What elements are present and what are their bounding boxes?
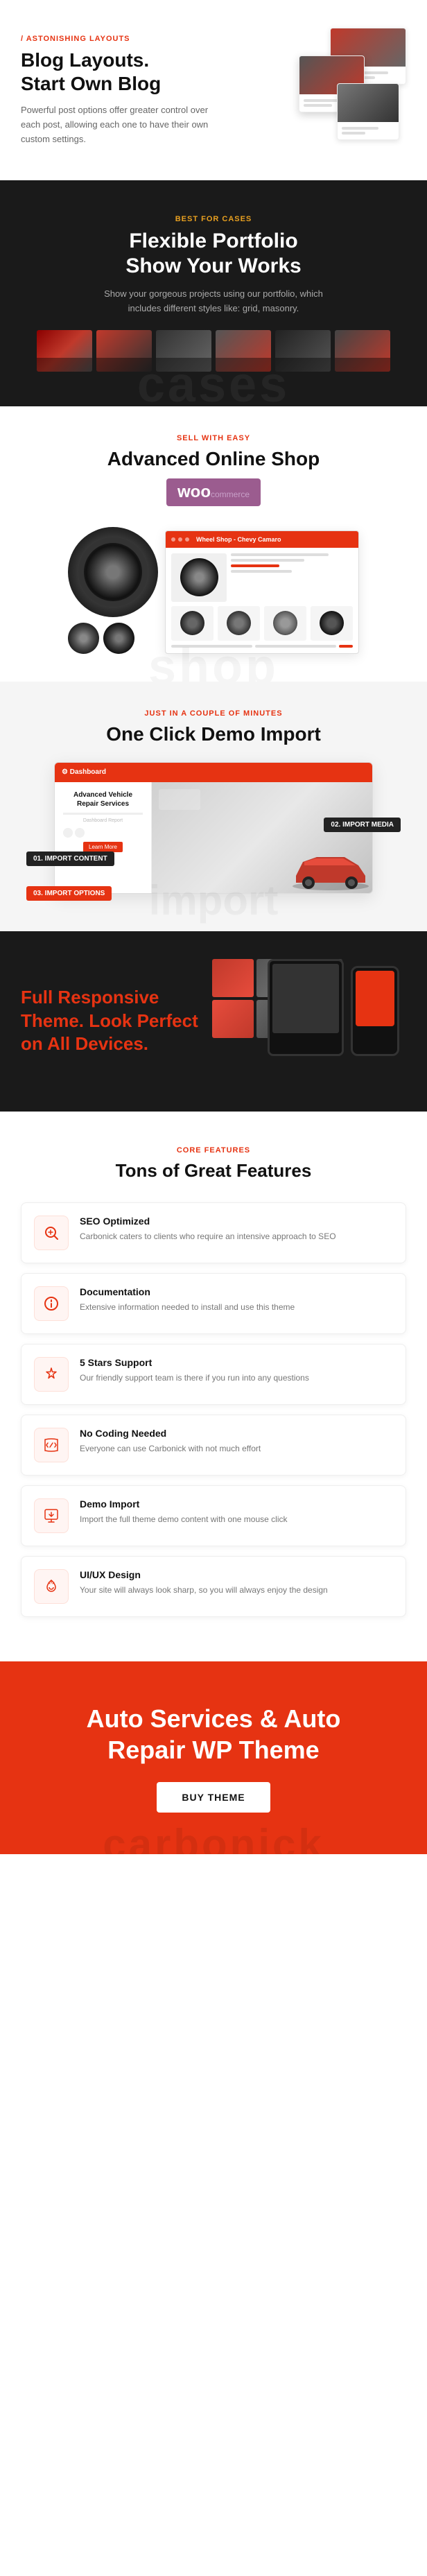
blog-title: Blog Layouts. Start Own Blog xyxy=(21,49,226,95)
shop-title: Advanced Online Shop xyxy=(14,448,413,470)
responsive-text: Full Responsive Theme. Look Perfect on A… xyxy=(21,986,198,1056)
seo-description: Carbonick caters to clients who require … xyxy=(80,1230,336,1243)
device-phone xyxy=(351,966,399,1056)
shop-label: SELL WITH EASY xyxy=(14,434,413,442)
shop-watermark: shop xyxy=(148,639,279,682)
support-description: Our friendly support team is there if yo… xyxy=(80,1372,309,1384)
blog-card-img-3 xyxy=(338,84,399,122)
demo-import-icon xyxy=(34,1498,69,1533)
section-demo-import: JUST IN A COUPLE OF MINUTES One Click De… xyxy=(0,682,427,931)
support-icon xyxy=(34,1357,69,1392)
responsive-devices xyxy=(212,959,406,1084)
woo-logo: woocommerce xyxy=(166,478,261,506)
feature-design: UI/UX Design Your site will always look … xyxy=(21,1556,406,1617)
section-portfolio: BEST FOR CASES Flexible Portfolio Show Y… xyxy=(0,180,427,406)
design-icon xyxy=(34,1569,69,1604)
portfolio-title: Flexible Portfolio Show Your Works xyxy=(21,229,406,279)
tablet-screen xyxy=(272,964,339,1033)
section-blog: / ASTONISHING LAYOUTS Blog Layouts. Star… xyxy=(0,0,427,180)
demo-import-text: Demo Import Import the full theme demo c… xyxy=(80,1498,287,1525)
device-photo-1 xyxy=(212,959,254,997)
phone-screen xyxy=(356,971,394,1026)
blog-description: Powerful post options offer greater cont… xyxy=(21,103,226,146)
buy-theme-button[interactable]: BUY THEME xyxy=(157,1782,270,1813)
section-shop: SELL WITH EASY Advanced Online Shop wooc… xyxy=(0,406,427,682)
responsive-title: Full Responsive Theme. Look Perfect on A… xyxy=(21,986,198,1056)
design-text: UI/UX Design Your site will always look … xyxy=(80,1569,328,1596)
car-silhouette-icon xyxy=(289,845,372,893)
demo-import-title: One Click Demo Import xyxy=(14,723,413,745)
docs-icon xyxy=(34,1286,69,1321)
feature-seo: SEO Optimized Carbonick caters to client… xyxy=(21,1202,406,1263)
portfolio-description: Show your gorgeous projects using our po… xyxy=(103,287,324,316)
cases-watermark: cases xyxy=(137,356,290,406)
import-mockup: ⚙ Dashboard Advanced Vehicle Repair Serv… xyxy=(26,762,401,894)
no-coding-icon xyxy=(34,1428,69,1462)
demo-import-label: JUST IN A COUPLE OF MINUTES xyxy=(14,709,413,718)
blog-text: / ASTONISHING LAYOUTS Blog Layouts. Star… xyxy=(21,28,226,147)
feature-demo-import: Demo Import Import the full theme demo c… xyxy=(21,1485,406,1546)
laptop-header: ⚙ Dashboard xyxy=(55,763,372,782)
features-label: CORE FEATURES xyxy=(21,1146,406,1155)
portfolio-label: BEST FOR CASES xyxy=(21,215,406,223)
blog-card-3 xyxy=(337,83,399,140)
section-responsive: Full Responsive Theme. Look Perfect on A… xyxy=(0,931,427,1112)
blog-images xyxy=(240,28,406,153)
demo-import-feature-description: Import the full theme demo content with … xyxy=(80,1513,287,1525)
seo-icon xyxy=(34,1216,69,1250)
support-title: 5 Stars Support xyxy=(80,1357,309,1368)
docs-description: Extensive information needed to install … xyxy=(80,1301,295,1313)
demo-import-feature-title: Demo Import xyxy=(80,1498,287,1510)
no-coding-text: No Coding Needed Everyone can use Carbon… xyxy=(80,1428,261,1455)
laptop-heading: Advanced Vehicle Repair Services xyxy=(63,790,143,809)
section-features: CORE FEATURES Tons of Great Features SEO… xyxy=(0,1112,427,1661)
seo-text: SEO Optimized Carbonick caters to client… xyxy=(80,1216,336,1243)
portfolio-img-1 xyxy=(37,330,92,372)
shop-screen-header: Wheel Shop - Chevy Camaro xyxy=(166,531,358,548)
shop-items-row xyxy=(171,606,353,641)
section-cta: Auto Services & Auto Repair WP Theme BUY… xyxy=(0,1661,427,1854)
device-tablet xyxy=(268,959,344,1056)
laptop-content: Advanced Vehicle Repair Services Dashboa… xyxy=(55,782,152,893)
import-watermark: import xyxy=(149,876,279,924)
blog-label: / ASTONISHING LAYOUTS xyxy=(21,35,226,43)
tire-image xyxy=(68,527,158,617)
features-title: Tons of Great Features xyxy=(21,1160,406,1182)
no-coding-description: Everyone can use Carbonick with not much… xyxy=(80,1442,261,1455)
feature-no-coding: No Coding Needed Everyone can use Carbon… xyxy=(21,1415,406,1476)
design-title: UI/UX Design xyxy=(80,1569,328,1580)
cta-title: Auto Services & Auto Repair WP Theme xyxy=(21,1703,406,1765)
badge-import-content: 01. IMPORT CONTENT xyxy=(26,852,114,866)
docs-title: Documentation xyxy=(80,1286,295,1297)
no-coding-title: No Coding Needed xyxy=(80,1428,261,1439)
device-photo-4 xyxy=(212,1000,254,1038)
feature-support: 5 Stars Support Our friendly support tea… xyxy=(21,1344,406,1405)
shop-screen: Wheel Shop - Chevy Camaro xyxy=(165,530,359,654)
design-description: Your site will always look sharp, so you… xyxy=(80,1584,328,1596)
docs-text: Documentation Extensive information need… xyxy=(80,1286,295,1313)
support-text: 5 Stars Support Our friendly support tea… xyxy=(80,1357,309,1384)
badge-import-media: 02. IMPORT MEDIA xyxy=(324,818,401,832)
shop-mockup: Wheel Shop - Chevy Camaro xyxy=(14,527,413,654)
feature-docs: Documentation Extensive information need… xyxy=(21,1273,406,1334)
shop-left-area xyxy=(68,527,158,654)
cta-watermark: carbonick xyxy=(103,1820,324,1854)
portfolio-img-6 xyxy=(335,330,390,372)
shop-screen-body xyxy=(166,548,358,653)
seo-title: SEO Optimized xyxy=(80,1216,336,1227)
badge-import-options: 03. IMPORT OPTIONS xyxy=(26,886,112,901)
